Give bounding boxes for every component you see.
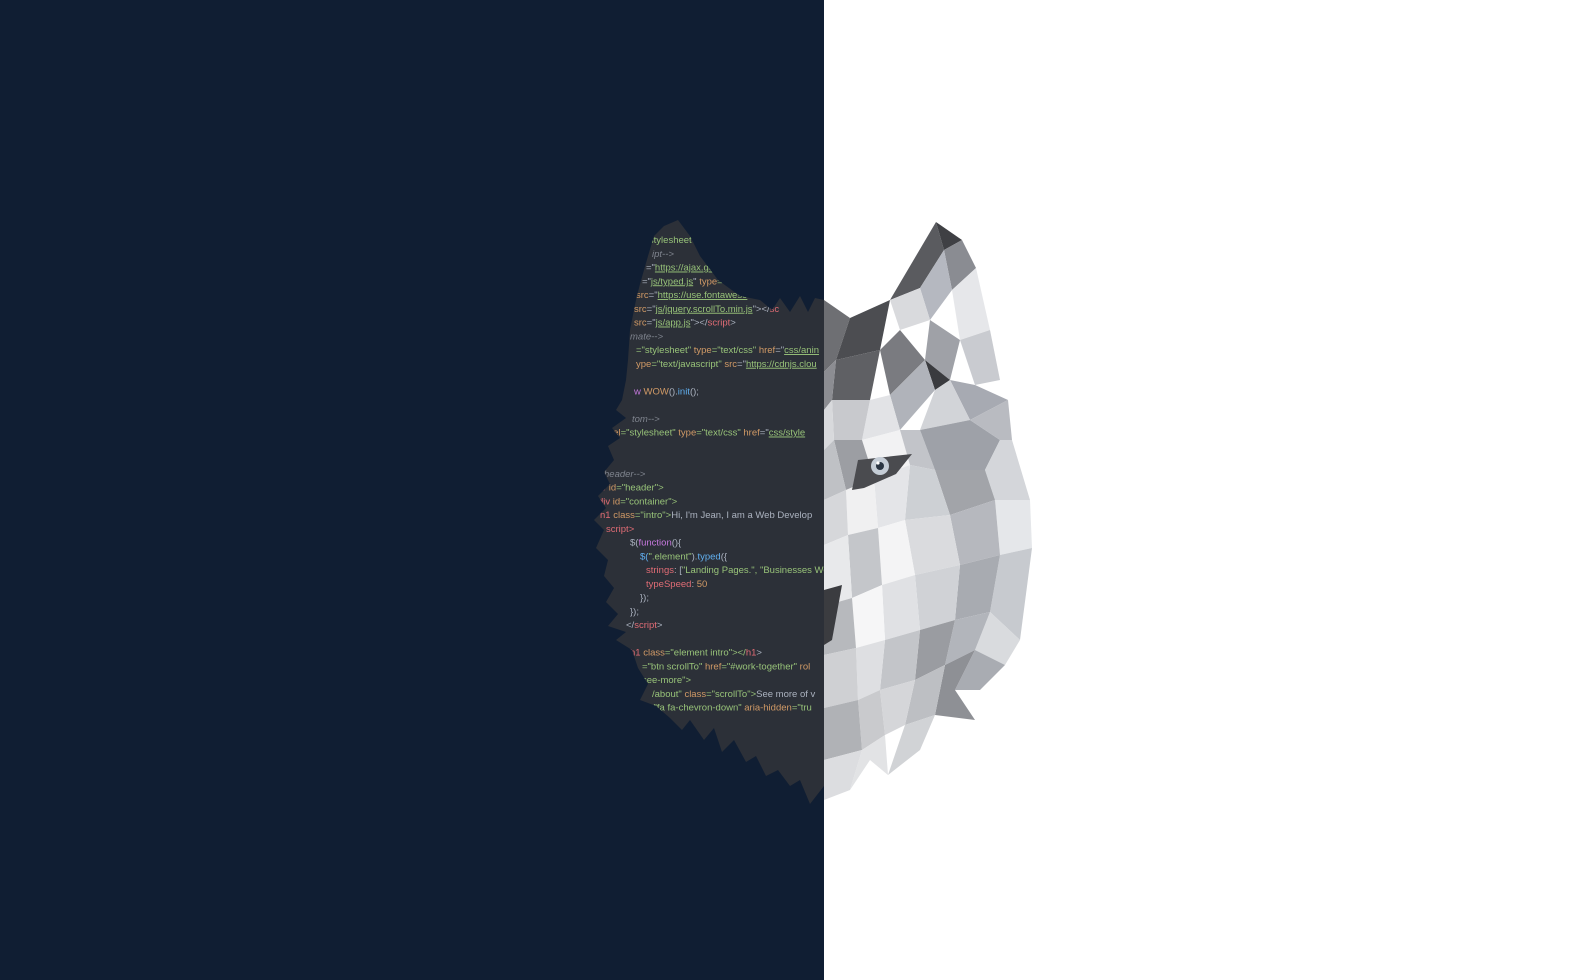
code-line: mate--> xyxy=(630,331,663,342)
code-line: header--> xyxy=(604,469,646,480)
polygon-wolf-head xyxy=(824,222,1032,800)
code-wolf-silhouette: ="stylesheet" h ipt--> ="https://ajax.goo =… xyxy=(594,220,834,804)
code-line: y> xyxy=(602,455,613,466)
code-line: $(function(){ xyxy=(630,538,681,549)
code-line: ="fa fa-chevron-down" aria-hidden="tru xyxy=(648,703,812,714)
code-line: src="js/jquery.scrollTo.min.js"></sc xyxy=(634,304,779,315)
code-line: div id="header"> xyxy=(594,483,664,494)
code-line: strings: ["Landing Pages.", "Businesses … xyxy=(646,565,834,576)
code-line: ="https://ajax.goo xyxy=(646,263,719,274)
code-line: w WOW().init(); xyxy=(633,386,699,397)
code-line: ="stylesheet" h xyxy=(640,235,703,246)
code-line: rel="stylesheet" type="text/css" href="c… xyxy=(610,428,805,439)
code-line: src="js/app.js"></script> xyxy=(634,318,736,329)
code-line: ype="text/javascript" src="https://cdnjs… xyxy=(636,359,817,370)
code-line: typeSpeed: 50 xyxy=(646,579,707,590)
code-line: $(".element").typed({ xyxy=(640,551,727,562)
code-line: </script> xyxy=(626,620,663,631)
code-line: }); xyxy=(630,606,639,617)
code-line: ipt--> xyxy=(652,249,674,260)
code-line: ="btn scrollTo" href="#work-together" ro… xyxy=(642,661,810,672)
hero-wolf-illustration: ="stylesheet" h ipt--> ="https://ajax.goo =… xyxy=(594,220,1032,804)
code-line: see-more"> xyxy=(642,675,691,686)
code-line: /about" class="scrollTo">See more of v xyxy=(652,689,816,700)
code-line: h1 class="intro">Hi, I'm Jean, I am a We… xyxy=(600,510,812,521)
code-line: h1 class="element intro"></h1> xyxy=(630,648,762,659)
code-line: tom--> xyxy=(632,414,660,425)
code-line: script> xyxy=(606,524,635,535)
code-line: ="stylesheet" type="text/css" href="css/… xyxy=(636,345,819,356)
code-line: src="https://use.fontaweso xyxy=(636,290,747,301)
code-line: ="js/typed.js" type=" xyxy=(642,276,726,287)
code-line: div id="container"> xyxy=(598,496,678,507)
code-line: }); xyxy=(640,593,649,604)
